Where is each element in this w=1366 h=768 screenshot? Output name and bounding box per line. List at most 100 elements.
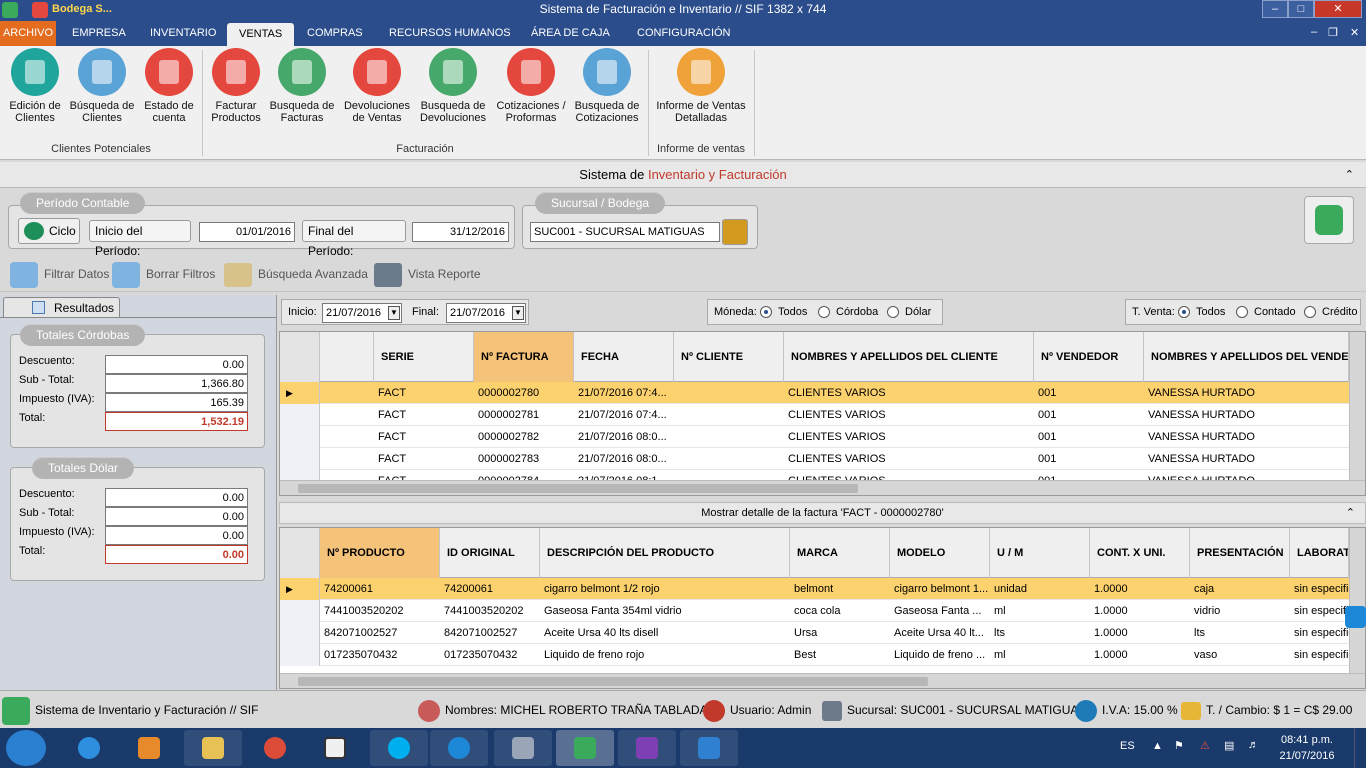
col-presentacion[interactable]: PRESENTACIÓN xyxy=(1190,528,1290,578)
network-icon[interactable]: ▤ xyxy=(1224,739,1234,752)
col-nombre-vendedor[interactable]: NOMBRES Y APELLIDOS DEL VENDEDOR xyxy=(1144,332,1349,382)
inicio-periodo-field[interactable]: 01/01/2016 xyxy=(199,222,295,242)
borrar-filtros-button[interactable]: Borrar Filtros xyxy=(112,256,215,292)
row-selector[interactable]: ▶ xyxy=(280,578,320,600)
teamviewer-icon[interactable] xyxy=(1345,606,1366,628)
col-marca[interactable]: MARCA xyxy=(790,528,890,578)
show-desktop-button[interactable] xyxy=(1354,728,1366,768)
col-modelo[interactable]: MODELO xyxy=(890,528,990,578)
ribbon-devoluciones-ventas-button[interactable]: Devoluciones de Ventas xyxy=(341,48,413,124)
volume-icon[interactable]: ♬ xyxy=(1248,739,1259,751)
vista-reporte-button[interactable]: Vista Reporte xyxy=(374,256,481,292)
menu-ventas[interactable]: VENTAS xyxy=(227,23,295,47)
ribbon-busqueda-devoluciones-button[interactable]: Busqueda de Devoluciones xyxy=(417,48,489,124)
close-button[interactable]: ✕ xyxy=(1314,0,1362,18)
clock[interactable]: 08:41 p.m. 21/07/2016 xyxy=(1272,732,1342,764)
row-selector[interactable] xyxy=(280,404,320,426)
col-laboratorio[interactable]: LABORATORIO xyxy=(1290,528,1349,578)
detalle-row[interactable]: 7441003520202 7441003520202 Gaseosa Fanta … xyxy=(280,600,1365,622)
window-taskbar-button[interactable] xyxy=(306,730,364,766)
ribbon-informe-ventas-button[interactable]: Informe de Ventas Detalladas xyxy=(653,48,749,124)
flag-icon[interactable]: ⚑ xyxy=(1174,739,1184,752)
facturas-hscroll[interactable] xyxy=(280,480,1365,495)
tventa-todos-radio[interactable] xyxy=(1178,306,1190,318)
menu-archivo[interactable]: ARCHIVO xyxy=(0,21,56,46)
warning-icon[interactable]: ⚠ xyxy=(1200,739,1210,752)
detalle-row[interactable]: 842071002527 842071002527 Aceite Ursa 40 l… xyxy=(280,622,1365,644)
moneda-todos-radio[interactable] xyxy=(760,306,772,318)
detalle-row[interactable]: 017235070432 017235070432 Liquido de freno… xyxy=(280,644,1365,666)
visualstudio-taskbar-button[interactable] xyxy=(618,730,676,766)
ie-taskbar-button[interactable] xyxy=(60,730,118,766)
menu-recursos-humanos[interactable]: RECURSOS HUMANOS xyxy=(377,21,523,46)
detalle-row[interactable]: ▶ 74200061 74200061 cigarro belmont 1/2 roj… xyxy=(280,578,1365,600)
dropdown-arrow-icon[interactable]: ▼ xyxy=(388,306,400,320)
tools-taskbar-button[interactable] xyxy=(494,730,552,766)
ribbon-busqueda-cotizaciones-button[interactable]: Busqueda de Cotizaciones xyxy=(572,48,642,124)
ribbon-edicion-clientes-button[interactable]: Edición de Clientes xyxy=(5,48,65,124)
menu-configuracion[interactable]: CONFIGURACIÓN xyxy=(625,21,743,46)
final-periodo-field[interactable]: 31/12/2016 xyxy=(412,222,509,242)
maximize-button[interactable]: □ xyxy=(1288,0,1314,18)
select-all-corner[interactable] xyxy=(280,528,320,578)
media-taskbar-button[interactable] xyxy=(120,730,178,766)
chrome-taskbar-button[interactable] xyxy=(246,730,304,766)
row-selector[interactable] xyxy=(280,600,320,622)
col-ncliente[interactable]: Nº CLIENTE xyxy=(674,332,784,382)
menu-empresa[interactable]: EMPRESA xyxy=(60,21,138,46)
col-nombre-cliente[interactable]: NOMBRES Y APELLIDOS DEL CLIENTE xyxy=(784,332,1034,382)
facturas-row[interactable]: FACT 0000002783 21/07/2016 08:0... CLIENTES… xyxy=(280,448,1365,470)
row-selector[interactable] xyxy=(280,622,320,644)
col-um[interactable]: U / M xyxy=(990,528,1090,578)
sif-taskbar-button[interactable] xyxy=(556,730,614,766)
col-nfactura[interactable]: Nº FACTURA xyxy=(474,332,574,382)
detalle-vscroll[interactable] xyxy=(1349,528,1365,673)
moneda-cordoba-radio[interactable] xyxy=(818,306,830,318)
select-all-corner[interactable] xyxy=(280,332,320,382)
minimize-button[interactable]: – xyxy=(1262,0,1288,18)
col-id-original[interactable]: ID ORIGINAL xyxy=(440,528,540,578)
facturas-row[interactable]: FACT 0000002782 21/07/2016 08:0... CLIENTES… xyxy=(280,426,1365,448)
facturas-row[interactable]: ▶ FACT 0000002780 21/07/2016 07:4... CLIENTE… xyxy=(280,382,1365,404)
mdi-restore-button[interactable]: ❐ xyxy=(1328,26,1338,39)
language-indicator[interactable]: ES xyxy=(1120,740,1135,752)
detalle-hscroll[interactable] xyxy=(280,673,1365,688)
teamviewer-taskbar-button[interactable] xyxy=(430,730,488,766)
tventa-credito-radio[interactable] xyxy=(1304,306,1316,318)
menu-inventario[interactable]: INVENTARIO xyxy=(138,21,228,46)
ribbon-busqueda-clientes-button[interactable]: Búsqueda de Clientes xyxy=(68,48,136,124)
moneda-dolar-radio[interactable] xyxy=(887,306,899,318)
row-selector[interactable]: ▶ xyxy=(280,382,320,404)
ribbon-facturar-productos-button[interactable]: Facturar Productos xyxy=(207,48,265,124)
ribbon-busqueda-facturas-button[interactable]: Busqueda de Facturas xyxy=(268,48,336,124)
xmind-taskbar-button[interactable] xyxy=(680,730,738,766)
facturas-vscroll[interactable] xyxy=(1349,332,1365,480)
row-selector[interactable] xyxy=(280,448,320,470)
busqueda-avanzada-button[interactable]: Búsqueda Avanzada xyxy=(224,256,368,292)
tventa-contado-radio[interactable] xyxy=(1236,306,1248,318)
facturas-row[interactable]: FACT 0000002781 21/07/2016 07:4... CLIENTES… xyxy=(280,404,1365,426)
explorer-taskbar-button[interactable] xyxy=(184,730,242,766)
tray-arrow-icon[interactable]: ▲ xyxy=(1152,740,1163,752)
download-icon[interactable] xyxy=(722,219,748,245)
mdi-minimize-button[interactable]: – xyxy=(1311,26,1317,38)
mdi-close-button[interactable]: ✕ xyxy=(1350,26,1359,39)
row-selector[interactable] xyxy=(280,644,320,666)
tab-resultados[interactable]: Resultados xyxy=(3,297,120,318)
collapse-chevron-icon[interactable]: ⌃ xyxy=(1346,503,1355,523)
menu-compras[interactable]: COMPRAS xyxy=(295,21,375,46)
filtrar-datos-button[interactable]: Filtrar Datos xyxy=(10,256,109,292)
dropdown-arrow-icon[interactable]: ▼ xyxy=(512,306,524,320)
ribbon-cotizaciones-button[interactable]: Cotizaciones / Proformas xyxy=(494,48,568,124)
row-selector[interactable] xyxy=(280,426,320,448)
col-descripcion[interactable]: DESCRIPCIÓN DEL PRODUCTO xyxy=(540,528,790,578)
ribbon-estado-cuenta-button[interactable]: Estado de cuenta xyxy=(140,48,198,124)
start-button[interactable] xyxy=(6,730,46,766)
ciclo-button[interactable]: Ciclo xyxy=(18,218,80,244)
col-serie[interactable]: SERIE xyxy=(374,332,474,382)
col-nvendedor[interactable]: Nº VENDEDOR xyxy=(1034,332,1144,382)
collapse-chevron-icon[interactable]: ⌃ xyxy=(1345,162,1354,188)
col-fecha[interactable]: FECHA xyxy=(574,332,674,382)
skype-taskbar-button[interactable] xyxy=(370,730,428,766)
col-nproducto[interactable]: Nº PRODUCTO xyxy=(320,528,440,578)
